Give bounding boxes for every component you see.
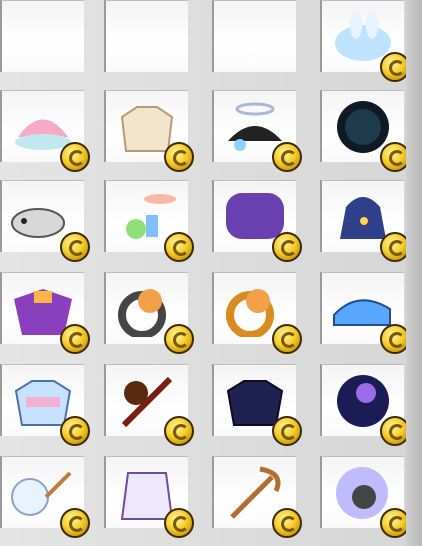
inventory-slot[interactable]	[320, 364, 410, 446]
inventory-slot[interactable]	[320, 90, 410, 172]
inventory-slot-empty[interactable]	[0, 0, 84, 72]
gold-coin-icon	[272, 416, 302, 446]
gold-coin-icon	[60, 508, 90, 538]
inventory-slot[interactable]	[320, 272, 410, 354]
inventory-slot[interactable]	[0, 90, 90, 172]
inventory-slot[interactable]	[212, 272, 302, 354]
inventory-slot-empty[interactable]	[212, 0, 296, 72]
gold-coin-icon	[272, 508, 302, 538]
scrollbar-track[interactable]	[406, 0, 422, 546]
inventory-slot[interactable]	[104, 180, 194, 262]
inventory-slot[interactable]	[320, 0, 410, 82]
inventory-slot[interactable]	[104, 364, 194, 446]
gold-coin-icon	[60, 232, 90, 262]
gold-coin-icon	[60, 324, 90, 354]
inventory-slot[interactable]	[104, 456, 194, 538]
gold-coin-icon	[272, 142, 302, 172]
gold-coin-icon	[164, 508, 194, 538]
inventory-slot[interactable]	[320, 180, 410, 262]
inventory-slot[interactable]	[0, 272, 90, 354]
gold-coin-icon	[272, 324, 302, 354]
inventory-slot[interactable]	[212, 364, 302, 446]
inventory-slot[interactable]	[320, 456, 410, 538]
inventory-slot[interactable]	[0, 180, 90, 262]
gold-coin-icon	[60, 416, 90, 446]
gold-coin-icon	[164, 232, 194, 262]
inventory-slot[interactable]	[212, 456, 302, 538]
inventory-slot[interactable]	[0, 364, 90, 446]
inventory-slot[interactable]	[212, 90, 302, 172]
inventory-slot[interactable]	[212, 180, 302, 262]
gold-coin-icon	[164, 142, 194, 172]
inventory-slot[interactable]	[0, 456, 90, 538]
gold-coin-icon	[60, 142, 90, 172]
gold-coin-icon	[164, 416, 194, 446]
inventory-grid	[0, 0, 422, 546]
gold-coin-icon	[164, 324, 194, 354]
gold-coin-icon	[272, 232, 302, 262]
inventory-slot[interactable]	[104, 90, 194, 172]
inventory-slot[interactable]	[104, 272, 194, 354]
inventory-slot-empty[interactable]	[104, 0, 188, 72]
